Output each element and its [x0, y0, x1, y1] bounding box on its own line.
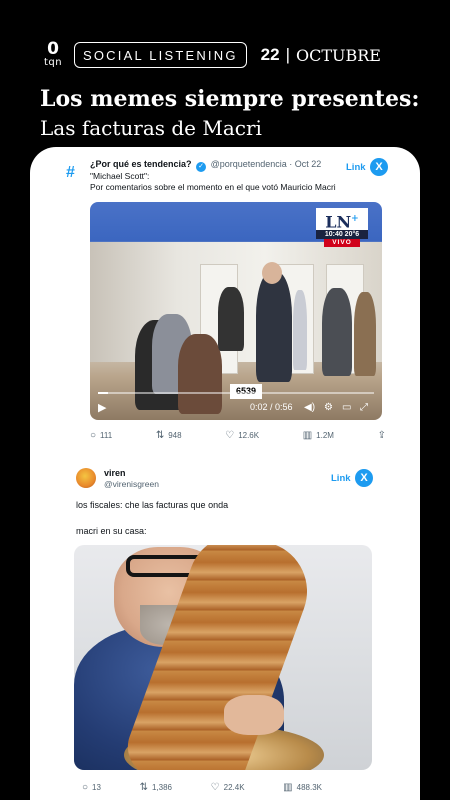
reply-count: 13	[92, 783, 101, 792]
channel-plus: +	[351, 214, 359, 224]
tweet-1-actions: ○ 111 ⇅ 948 ♡ 12.6K ▥ 1.2M ⇪	[90, 430, 386, 441]
reply-button[interactable]: ○ 13	[82, 782, 101, 793]
fullscreen-icon[interactable]: ⤢	[360, 402, 368, 413]
retweet-button[interactable]: ⇅ 1,386	[140, 782, 172, 793]
retweet-count: 1,386	[151, 783, 173, 792]
x-logo-icon[interactable]: X	[355, 469, 373, 487]
captions-icon[interactable]: ▭	[342, 402, 351, 413]
views-button[interactable]: ▥ 1.2M	[303, 430, 334, 441]
logo-zero: 0	[47, 39, 59, 59]
live-badge: VIVO	[324, 239, 360, 247]
like-count: 12.6K	[238, 431, 260, 440]
tweet-2-handle[interactable]: @virenisgreen	[104, 479, 159, 489]
section-pill: SOCIAL LISTENING	[74, 42, 247, 68]
tweet-1-dot: ·	[289, 159, 293, 169]
settings-icon[interactable]: ⚙	[324, 402, 333, 413]
video-person	[354, 292, 376, 376]
reply-button[interactable]: ○ 111	[90, 430, 112, 441]
tweet-1-link-button[interactable]: Link	[346, 162, 366, 173]
date: 22 | OCTUBRE	[261, 45, 381, 65]
tweet-2-text-line1: los fiscales: che las facturas que onda	[76, 500, 229, 510]
channel-name: LN	[325, 212, 352, 232]
logo-text: tqn	[43, 57, 63, 68]
reply-icon: ○	[90, 430, 97, 441]
video-clock: 10:40 20°6	[316, 230, 368, 239]
like-button[interactable]: ♡ 12.6K	[225, 430, 259, 441]
views-icon: ▥	[302, 430, 313, 441]
video-progress-bar[interactable]	[98, 392, 374, 394]
tweet-1-text-line2: Por comentarios sobre el momento en el q…	[90, 182, 336, 192]
video-person-macri	[256, 272, 292, 382]
tweet-1-text-line1: "Michael Scott":	[90, 171, 150, 181]
volume-icon[interactable]: ◀)	[304, 402, 315, 413]
view-count: 1.2M	[316, 431, 334, 440]
tweet-2-text-line2: macri en su casa:	[76, 526, 147, 536]
retweet-button[interactable]: ⇅ 948	[156, 430, 182, 441]
date-month: OCTUBRE	[295, 45, 381, 65]
page-subtitle: Las facturas de Macri	[40, 116, 262, 140]
video-timecode: 0:02 / 0:56	[250, 402, 293, 412]
video-person	[322, 288, 352, 376]
tweet-2-author[interactable]: viren	[104, 468, 126, 478]
retweet-icon: ⇅	[155, 430, 165, 441]
retweet-count: 948	[168, 431, 182, 440]
page-title: Los memes siempre presentes:	[40, 86, 420, 112]
view-count: 488.3K	[296, 783, 322, 792]
play-icon[interactable]: ▶	[98, 401, 106, 414]
views-button[interactable]: ▥ 488.3K	[283, 782, 322, 793]
tweet-2-actions: ○ 13 ⇅ 1,386 ♡ 22.4K ▥ 488.3K	[82, 782, 322, 793]
date-day: 22	[260, 45, 280, 64]
tweet-2-image[interactable]	[74, 545, 372, 770]
tweet-1-date[interactable]: Oct 22	[295, 159, 322, 169]
share-button[interactable]: ⇪	[378, 430, 386, 441]
tweet-1-video[interactable]: LN+ 10:40 20°6 VIVO 6539 ▶ 0:02 / 0:56 ◀…	[90, 202, 382, 420]
heart-icon: ♡	[225, 430, 235, 441]
video-progress-fill	[98, 392, 108, 394]
image-hand	[224, 695, 284, 735]
date-separator: |	[285, 45, 290, 64]
like-button[interactable]: ♡ 22.4K	[211, 782, 245, 793]
x-logo-icon[interactable]: X	[370, 158, 388, 176]
views-icon: ▥	[283, 782, 293, 793]
header-bar: 0 tqn SOCIAL LISTENING 22 | OCTUBRE	[40, 40, 420, 70]
video-person	[218, 287, 244, 351]
tweet-1-handle[interactable]: @porquetendencia	[211, 159, 287, 169]
tweet-1-author[interactable]: ¿Por qué es tendencia?	[90, 159, 192, 169]
video-person	[178, 334, 222, 414]
tweets-card: # ¿Por qué es tendencia? ✓ @porquetenden…	[30, 147, 420, 800]
reply-count: 111	[100, 431, 113, 440]
hashtag-icon: #	[66, 164, 75, 181]
video-person-head	[262, 262, 282, 284]
tqn-logo: 0 tqn	[40, 40, 66, 70]
verified-icon: ✓	[196, 162, 207, 172]
video-person	[293, 290, 307, 370]
avatar[interactable]	[76, 468, 96, 488]
reply-icon: ○	[82, 782, 89, 793]
share-icon: ⇪	[377, 430, 386, 441]
ln-plus-logo: LN+	[316, 208, 368, 232]
like-count: 22.4K	[223, 783, 245, 792]
heart-icon: ♡	[210, 782, 220, 793]
retweet-icon: ⇅	[139, 782, 148, 793]
tweet-2-link-button[interactable]: Link	[331, 473, 351, 484]
